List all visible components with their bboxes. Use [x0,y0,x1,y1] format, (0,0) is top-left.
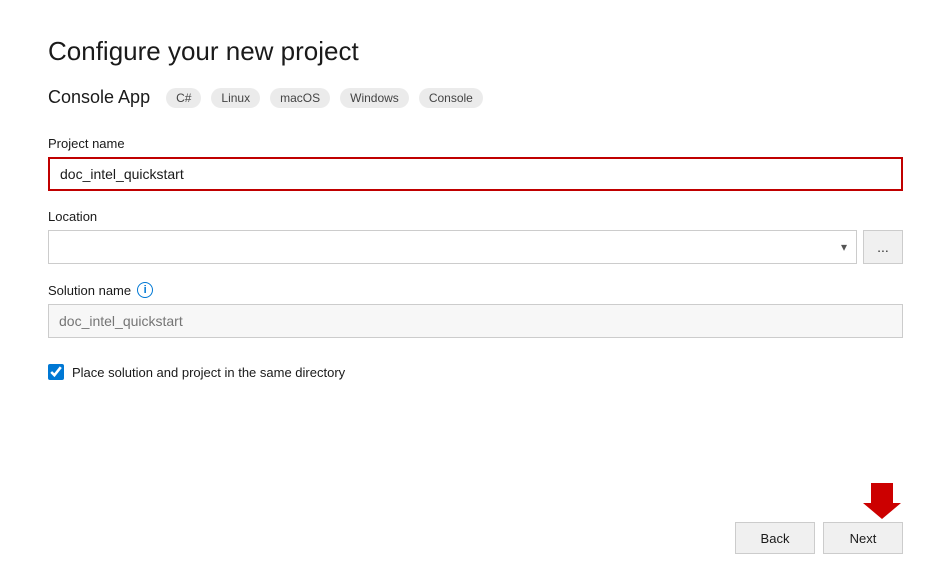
back-button[interactable]: Back [735,522,815,554]
bottom-navigation: Back Next [735,522,903,554]
project-name-input[interactable] [48,157,903,191]
configure-project-dialog: Configure your new project Console App C… [0,0,951,574]
tag-linux: Linux [211,88,260,108]
tag-macos: macOS [270,88,330,108]
tag-console: Console [419,88,483,108]
location-field-group: Location ▾ ... [48,209,903,264]
page-title: Configure your new project [48,36,903,67]
project-name-label-text: Project name [48,136,125,151]
location-select[interactable] [48,230,857,264]
location-label-text: Location [48,209,97,224]
same-directory-checkbox[interactable] [48,364,64,380]
solution-name-field-group: Solution name i [48,282,903,338]
solution-name-label: Solution name i [48,282,903,298]
tag-csharp: C# [166,88,201,108]
next-button[interactable]: Next [823,522,903,554]
solution-name-input[interactable] [48,304,903,338]
arrow-down-icon-svg [861,477,903,519]
solution-name-label-text: Solution name [48,283,131,298]
same-directory-label[interactable]: Place solution and project in the same d… [72,365,345,380]
solution-name-info-icon[interactable]: i [137,282,153,298]
arrow-down-indicator [861,477,903,524]
same-directory-checkbox-row: Place solution and project in the same d… [48,364,903,380]
app-name-label: Console App [48,87,150,108]
location-input-row: ▾ ... [48,230,903,264]
tag-windows: Windows [340,88,409,108]
location-label: Location [48,209,903,224]
project-name-field-group: Project name [48,136,903,191]
location-select-wrapper: ▾ [48,230,857,264]
browse-button[interactable]: ... [863,230,903,264]
project-name-label: Project name [48,136,903,151]
app-info-row: Console App C# Linux macOS Windows Conso… [48,87,903,108]
